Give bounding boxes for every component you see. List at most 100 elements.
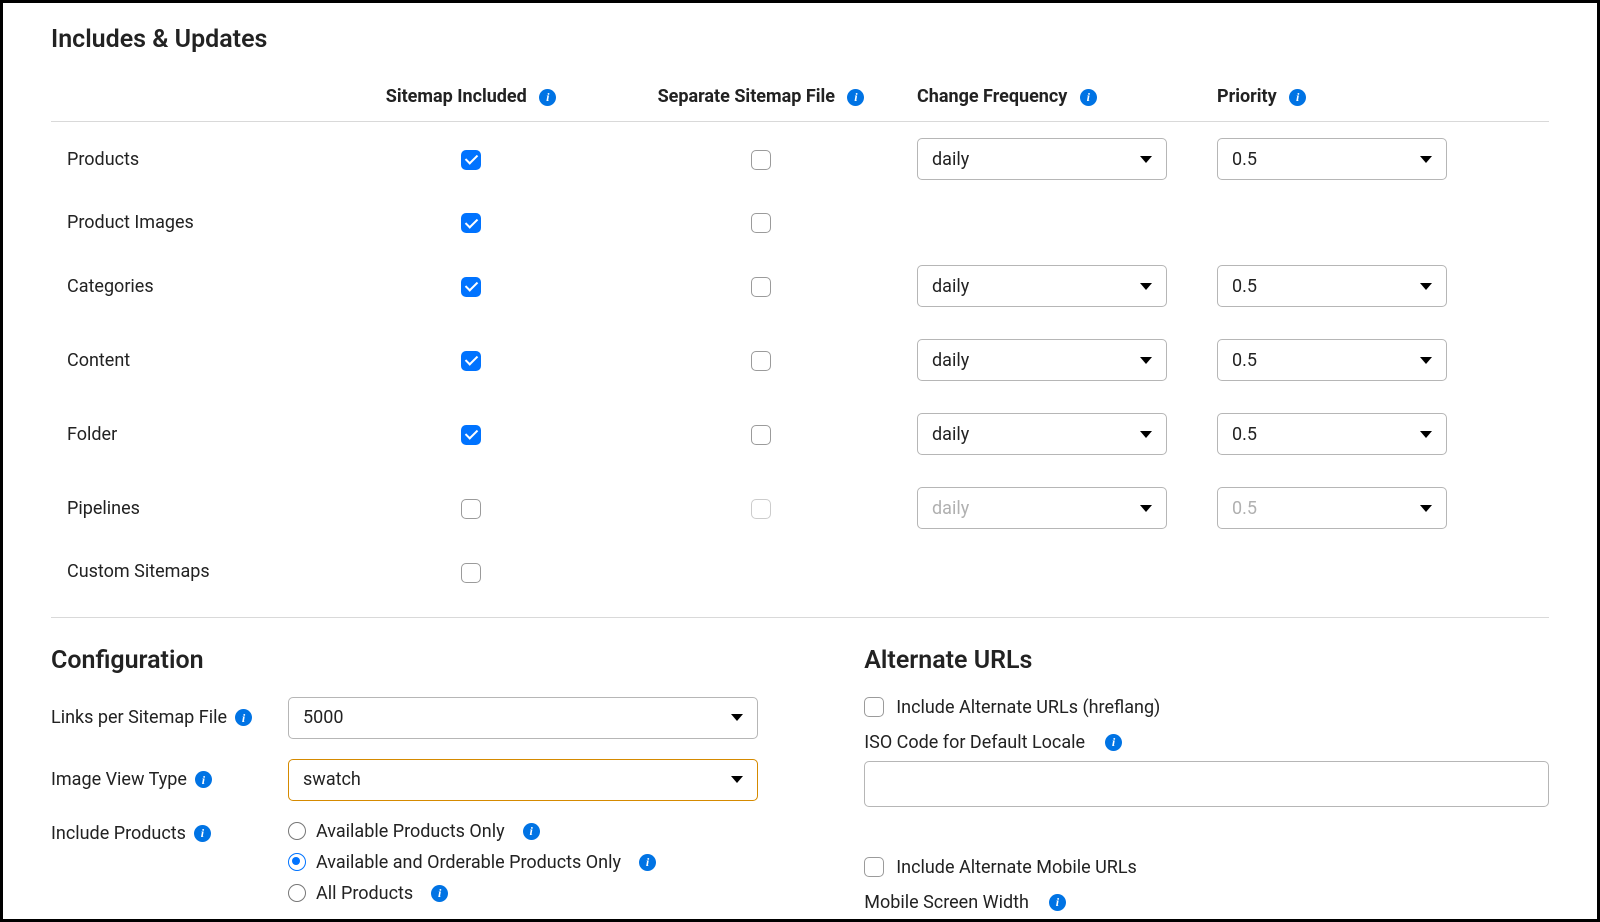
iso-code-input[interactable]: [864, 761, 1549, 807]
links-per-file-label: Links per Sitemap File: [51, 707, 227, 728]
image-view-type-select[interactable]: swatch: [288, 759, 758, 801]
table-row: Pipelines daily 0.5: [51, 471, 1549, 545]
section-title-includes: Includes & Updates: [51, 25, 1549, 54]
table-row: Content daily 0.5: [51, 323, 1549, 397]
separate-file-checkbox[interactable]: [751, 425, 771, 445]
includes-table: Sitemap Included i Separate Sitemap File…: [51, 76, 1549, 599]
priority-select[interactable]: 0.5: [1217, 138, 1447, 180]
radio-label: Available Products Only: [316, 821, 505, 842]
row-name: Products: [51, 122, 331, 197]
include-products-radio[interactable]: [288, 822, 306, 840]
include-products-radio[interactable]: [288, 853, 306, 871]
select-value: 5000: [303, 707, 343, 728]
caret-down-icon: [731, 714, 743, 721]
select-value: daily: [932, 276, 969, 297]
section-title-alternate-urls: Alternate URLs: [864, 646, 1549, 675]
mobile-width-label: Mobile Screen Width: [864, 892, 1029, 913]
links-per-file-select[interactable]: 5000: [288, 697, 758, 739]
table-row: Products daily 0.5: [51, 122, 1549, 197]
image-view-type-label: Image View Type: [51, 769, 187, 790]
include-mobile-checkbox[interactable]: [864, 857, 884, 877]
info-icon[interactable]: i: [539, 89, 556, 106]
change-frequency-select: daily: [917, 487, 1167, 529]
info-icon[interactable]: i: [1289, 89, 1306, 106]
caret-down-icon: [1140, 283, 1152, 290]
table-row: Product Images: [51, 196, 1549, 249]
info-icon[interactable]: i: [431, 885, 448, 902]
caret-down-icon: [1420, 283, 1432, 290]
radio-label: All Products: [316, 883, 413, 904]
change-frequency-select[interactable]: daily: [917, 138, 1167, 180]
info-icon[interactable]: i: [523, 823, 540, 840]
radio-label: Available and Orderable Products Only: [316, 852, 621, 873]
caret-down-icon: [1140, 357, 1152, 364]
iso-code-label: ISO Code for Default Locale: [864, 732, 1085, 753]
sitemap-included-checkbox[interactable]: [461, 499, 481, 519]
include-mobile-label: Include Alternate Mobile URLs: [896, 857, 1137, 878]
select-value: 0.5: [1232, 424, 1257, 445]
divider: [51, 617, 1549, 618]
caret-down-icon: [1420, 156, 1432, 163]
info-icon[interactable]: i: [195, 771, 212, 788]
change-frequency-select[interactable]: daily: [917, 265, 1167, 307]
separate-file-checkbox[interactable]: [751, 213, 771, 233]
priority-select: 0.5: [1217, 487, 1447, 529]
header-change-frequency: Change Frequency: [917, 86, 1067, 107]
row-name: Content: [51, 323, 331, 397]
info-icon[interactable]: i: [639, 854, 656, 871]
section-title-configuration: Configuration: [51, 646, 804, 675]
caret-down-icon: [1140, 505, 1152, 512]
select-value: daily: [932, 498, 969, 519]
header-separate-file: Separate Sitemap File: [658, 86, 835, 107]
row-name: Folder: [51, 397, 331, 471]
separate-file-checkbox[interactable]: [751, 351, 771, 371]
select-value: daily: [932, 149, 969, 170]
sitemap-included-checkbox[interactable]: [461, 425, 481, 445]
table-row: Folder daily 0.5: [51, 397, 1549, 471]
info-icon[interactable]: i: [1080, 89, 1097, 106]
header-priority: Priority: [1217, 86, 1277, 107]
caret-down-icon: [1140, 156, 1152, 163]
caret-down-icon: [1420, 431, 1432, 438]
info-icon[interactable]: i: [194, 825, 211, 842]
info-icon[interactable]: i: [235, 709, 252, 726]
include-products-radio[interactable]: [288, 884, 306, 902]
info-icon[interactable]: i: [847, 89, 864, 106]
select-value: daily: [932, 350, 969, 371]
sitemap-included-checkbox[interactable]: [461, 277, 481, 297]
include-products-label: Include Products: [51, 823, 186, 844]
row-name: Pipelines: [51, 471, 331, 545]
table-row: Custom Sitemaps: [51, 545, 1549, 598]
priority-select[interactable]: 0.5: [1217, 265, 1447, 307]
priority-select[interactable]: 0.5: [1217, 413, 1447, 455]
select-value: swatch: [303, 769, 361, 790]
include-hreflang-label: Include Alternate URLs (hreflang): [896, 697, 1160, 718]
row-name: Custom Sitemaps: [51, 545, 331, 598]
select-value: 0.5: [1232, 350, 1257, 371]
select-value: daily: [932, 424, 969, 445]
change-frequency-select[interactable]: daily: [917, 413, 1167, 455]
header-sitemap-included: Sitemap Included: [386, 86, 527, 107]
info-icon[interactable]: i: [1105, 734, 1122, 751]
separate-file-checkbox[interactable]: [751, 150, 771, 170]
separate-file-checkbox[interactable]: [751, 277, 771, 297]
sitemap-included-checkbox[interactable]: [461, 213, 481, 233]
row-name: Categories: [51, 249, 331, 323]
select-value: 0.5: [1232, 276, 1257, 297]
change-frequency-select[interactable]: daily: [917, 339, 1167, 381]
table-row: Categories daily 0.5: [51, 249, 1549, 323]
select-value: 0.5: [1232, 498, 1257, 519]
priority-select[interactable]: 0.5: [1217, 339, 1447, 381]
caret-down-icon: [1420, 357, 1432, 364]
caret-down-icon: [1420, 505, 1432, 512]
separate-file-checkbox: [751, 499, 771, 519]
info-icon[interactable]: i: [1049, 894, 1066, 911]
sitemap-included-checkbox[interactable]: [461, 150, 481, 170]
row-name: Product Images: [51, 196, 331, 249]
sitemap-included-checkbox[interactable]: [461, 563, 481, 583]
include-hreflang-checkbox[interactable]: [864, 697, 884, 717]
sitemap-included-checkbox[interactable]: [461, 351, 481, 371]
caret-down-icon: [731, 776, 743, 783]
caret-down-icon: [1140, 431, 1152, 438]
select-value: 0.5: [1232, 149, 1257, 170]
